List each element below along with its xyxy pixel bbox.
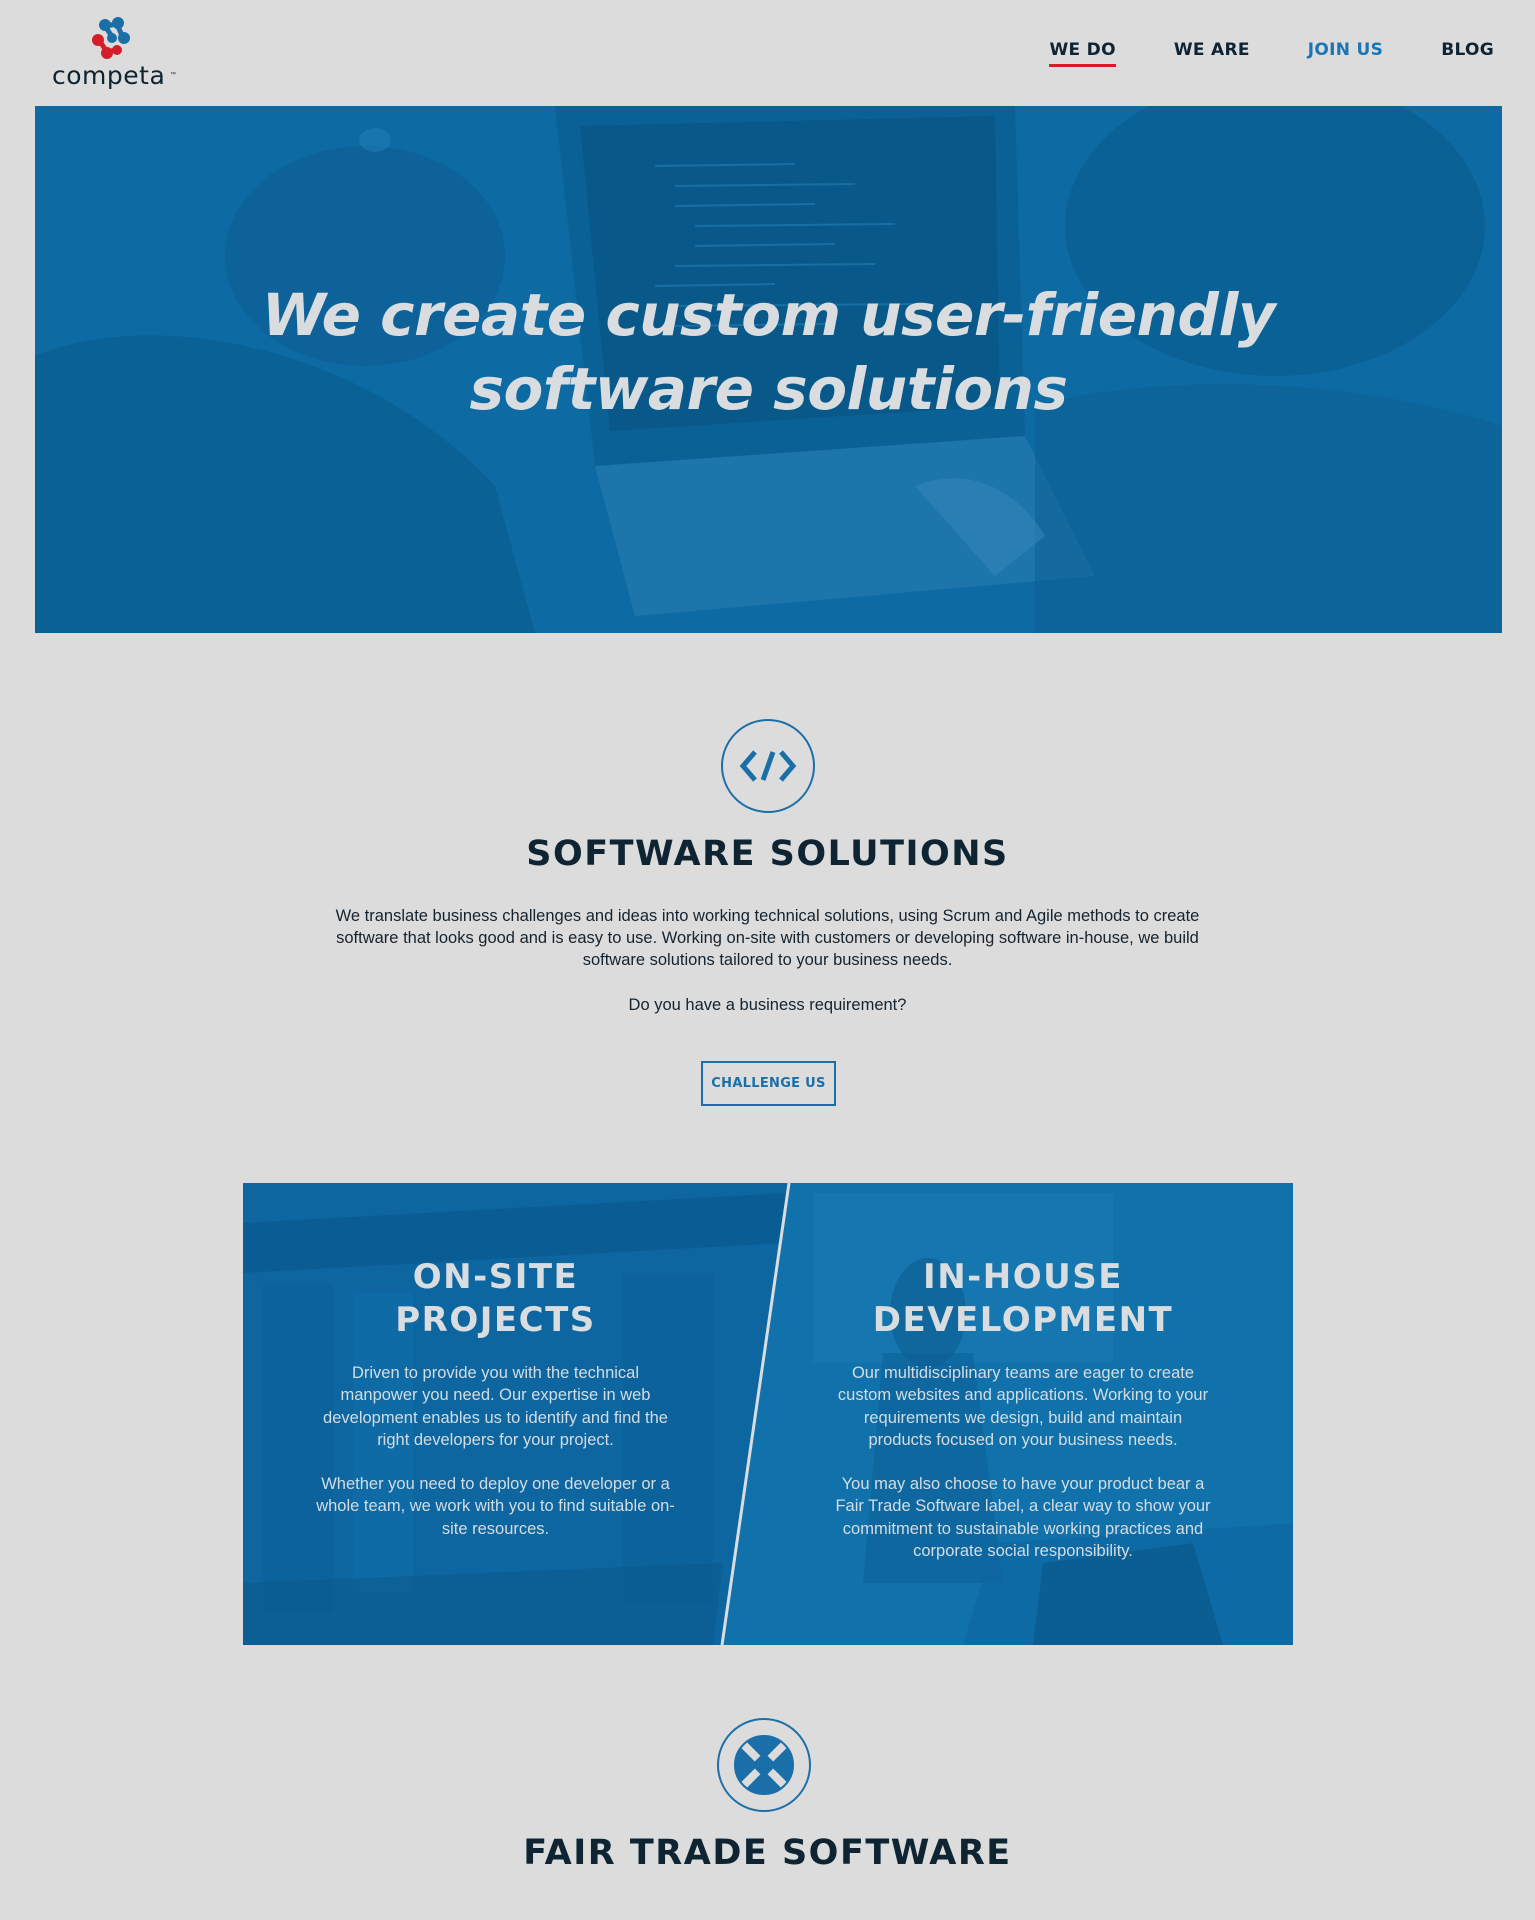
onsite-title-line1: ON-SITE [412,1257,579,1297]
site-header: competa ™ WE DO WE ARE JOIN US BLOG [0,0,1535,106]
challenge-us-button[interactable]: CHALLENGE US [701,1061,836,1106]
nav-we-do[interactable]: WE DO [1049,40,1117,67]
inhouse-paragraph-2: You may also choose to have your product… [835,1475,1211,1561]
fair-trade-icon [717,1718,811,1812]
business-question-text: Do you have a business requirement? [628,996,907,1014]
services-split-section: ON-SITE PROJECTS Driven to provide you w… [243,1183,1293,1645]
nav-join-us[interactable]: JOIN US [1308,40,1383,67]
software-solutions-title: SOFTWARE SOLUTIONS [526,834,1009,874]
inhouse-development-panel: IN-HOUSE DEVELOPMENT Our multidisciplina… [833,1256,1213,1584]
hero-title-line2: software solutions [469,355,1069,423]
competa-logo-icon [92,17,130,59]
inhouse-title-line1: IN-HOUSE [923,1257,1123,1297]
onsite-title-line2: PROJECTS [395,1300,596,1340]
inhouse-development-title: IN-HOUSE DEVELOPMENT [833,1256,1213,1342]
nav-we-are[interactable]: WE ARE [1174,40,1250,67]
competa-logo[interactable]: competa ™ [52,16,177,90]
onsite-paragraph-2: Whether you need to deploy one developer… [316,1475,675,1538]
software-intro-text: We translate business challenges and ide… [335,907,1200,969]
nav-blog[interactable]: BLOG [1441,40,1494,67]
page: competa ™ WE DO WE ARE JOIN US BLOG We c… [0,0,1535,1920]
hero-title: We create custom user-friendly software … [35,278,1502,426]
hero-banner: We create custom user-friendly software … [35,106,1502,633]
inhouse-paragraph-1: Our multidisciplinary teams are eager to… [837,1364,1209,1449]
logo-wordmark: competa [52,61,166,90]
inhouse-title-line2: DEVELOPMENT [872,1300,1174,1340]
main-nav: WE DO WE ARE JOIN US BLOG [1049,40,1494,70]
onsite-projects-title: ON-SITE PROJECTS [313,1256,678,1342]
code-icon [721,719,815,813]
hero-title-line1: We create custom user-friendly [261,281,1276,349]
logo-trademark: ™ [170,72,176,78]
onsite-projects-panel: ON-SITE PROJECTS Driven to provide you w… [313,1256,678,1562]
fair-trade-software-title: FAIR TRADE SOFTWARE [523,1833,1012,1873]
onsite-paragraph-1: Driven to provide you with the technical… [323,1364,668,1449]
